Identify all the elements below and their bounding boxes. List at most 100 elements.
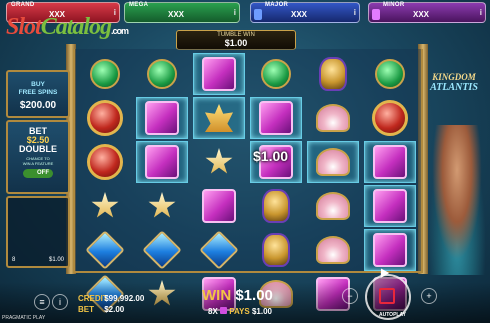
- game-logo-line1: KINGDOM: [432, 72, 476, 82]
- reel-cell: [193, 141, 245, 183]
- pays-label: PAYS: [229, 307, 250, 316]
- tumble-win-box: TUMBLE WIN $1.00: [176, 30, 296, 50]
- reel-cell: [250, 229, 302, 271]
- reel-cell: [193, 229, 245, 271]
- reel-cell: [364, 229, 416, 271]
- star-symbol-icon: [205, 148, 233, 174]
- win-label: WIN: [202, 287, 232, 304]
- reel-grid: [73, 49, 423, 314]
- reel-cell: [307, 97, 359, 139]
- blue-symbol-icon: [142, 230, 182, 270]
- bet-display: BET $2.00: [78, 305, 124, 314]
- shell-symbol-icon: [316, 104, 350, 132]
- pays-symbol-icon: [220, 307, 228, 314]
- win-value: $1.00: [235, 287, 273, 304]
- star-symbol-icon: [148, 192, 176, 218]
- reel-cell: [307, 185, 359, 227]
- bet-label: BET: [78, 305, 94, 314]
- game-logo: KINGDOM ATLANTIS: [420, 72, 488, 93]
- crown-symbol-icon: [205, 104, 233, 132]
- tumble-win-value: $1.00: [224, 38, 248, 48]
- urn-symbol-icon: [319, 57, 347, 91]
- reel-cell: [136, 141, 188, 183]
- reel-cell: [79, 97, 131, 139]
- pink-symbol-icon: [145, 101, 179, 135]
- reel-cell: [136, 229, 188, 271]
- reel-cell: [136, 185, 188, 227]
- green-symbol-icon: [375, 59, 405, 89]
- pink-symbol-icon: [373, 233, 407, 267]
- provider-logo: PRAGMATIC PLAY: [2, 315, 46, 321]
- shell-symbol-icon: [316, 148, 350, 176]
- bet-value: $2.00: [104, 305, 125, 314]
- jackpot-grand-label: GRAND: [11, 2, 35, 8]
- jackpot-minor-info-icon[interactable]: i: [480, 8, 482, 17]
- jackpot-minor-label: MINOR: [383, 2, 405, 8]
- pink-symbol-icon: [202, 189, 236, 223]
- reel-cell: [79, 141, 131, 183]
- info-icon[interactable]: i: [52, 294, 68, 310]
- bet-plus-button[interactable]: +: [421, 288, 437, 304]
- bet-minus-button[interactable]: −: [342, 288, 358, 304]
- pink-symbol-icon: [145, 145, 179, 179]
- win-display: WIN $1.00: [202, 287, 273, 304]
- watermark-logo: SlotCatalog.com: [6, 14, 129, 41]
- ante-bet-panel: BET $2.50 DOUBLE CHANCE TO WIN A FEATURE…: [6, 120, 70, 194]
- settings-icon[interactable]: ≡: [34, 294, 50, 310]
- pays-line: 8X PAYS $1.00: [208, 307, 272, 316]
- pink-symbol-icon: [202, 57, 236, 91]
- ante-feature-text: WIN A FEATURE: [22, 161, 54, 166]
- ante-toggle-label: OFF: [37, 170, 49, 176]
- reel-cell: [136, 97, 188, 139]
- reel-cell: [307, 53, 359, 95]
- watermark-part1: Slot: [6, 14, 42, 40]
- jackpot-mega-label: MEGA: [129, 2, 149, 8]
- jackpot-minor: MINOR XXX i: [368, 2, 486, 23]
- pays-multiplier: 8X: [208, 307, 218, 316]
- shell-symbol-icon: [316, 236, 350, 264]
- shell-symbol-icon: [316, 192, 350, 220]
- green-symbol-icon: [261, 59, 291, 89]
- credit-label: CREDIT: [78, 294, 108, 303]
- reel-cell: [250, 53, 302, 95]
- credit-display: CREDIT $99,992.00: [78, 294, 144, 303]
- jackpot-mega: MEGA XXX i: [124, 2, 240, 23]
- green-symbol-icon: [147, 59, 177, 89]
- buy-price: $200.00: [19, 100, 57, 111]
- jackpot-major-info-icon[interactable]: i: [354, 8, 356, 17]
- stop-icon: [379, 288, 395, 304]
- red-symbol-icon: [87, 100, 123, 136]
- credit-value: $99,992.00: [104, 294, 145, 303]
- reel-cell: [79, 229, 131, 271]
- red-symbol-icon: [87, 144, 123, 180]
- ante-bet-toggle[interactable]: OFF: [23, 169, 53, 178]
- game-logo-line2: ATLANTIS: [430, 82, 478, 93]
- pink-symbol-icon: [373, 189, 407, 223]
- reel-cell: [193, 53, 245, 95]
- urn-symbol-icon: [262, 189, 290, 223]
- jackpot-minor-value: XXX: [412, 10, 429, 19]
- reel-cell: [250, 185, 302, 227]
- reel-cell: [79, 185, 131, 227]
- urn-symbol-icon: [262, 233, 290, 267]
- watermark-part2: Catalog: [40, 14, 112, 40]
- poseidon-character: [428, 125, 486, 275]
- reel-cell: [364, 185, 416, 227]
- free-spins-label: FREE SPINS: [18, 89, 58, 96]
- autoplay-button[interactable]: AUTOPLAY: [379, 312, 406, 318]
- jackpot-major: MAJOR XXX i: [250, 2, 360, 23]
- buy-free-spins-button[interactable]: BUY FREE SPINS $200.00: [6, 70, 70, 118]
- blue-symbol-icon: [85, 230, 125, 270]
- red-symbol-icon: [372, 100, 408, 136]
- jackpot-mega-info-icon[interactable]: i: [234, 8, 236, 17]
- reel-cell: [193, 97, 245, 139]
- jackpot-major-label: MAJOR: [265, 2, 289, 8]
- star-symbol-icon: [91, 192, 119, 218]
- watermark-suffix: .com: [111, 26, 129, 36]
- buy-label: BUY: [31, 81, 45, 88]
- jackpot-major-value: XXX: [290, 10, 307, 19]
- cluster-win-amount: $1.00: [253, 148, 289, 164]
- reel-cell: [364, 53, 416, 95]
- reel-cell: [79, 53, 131, 95]
- reel-cell: [364, 141, 416, 183]
